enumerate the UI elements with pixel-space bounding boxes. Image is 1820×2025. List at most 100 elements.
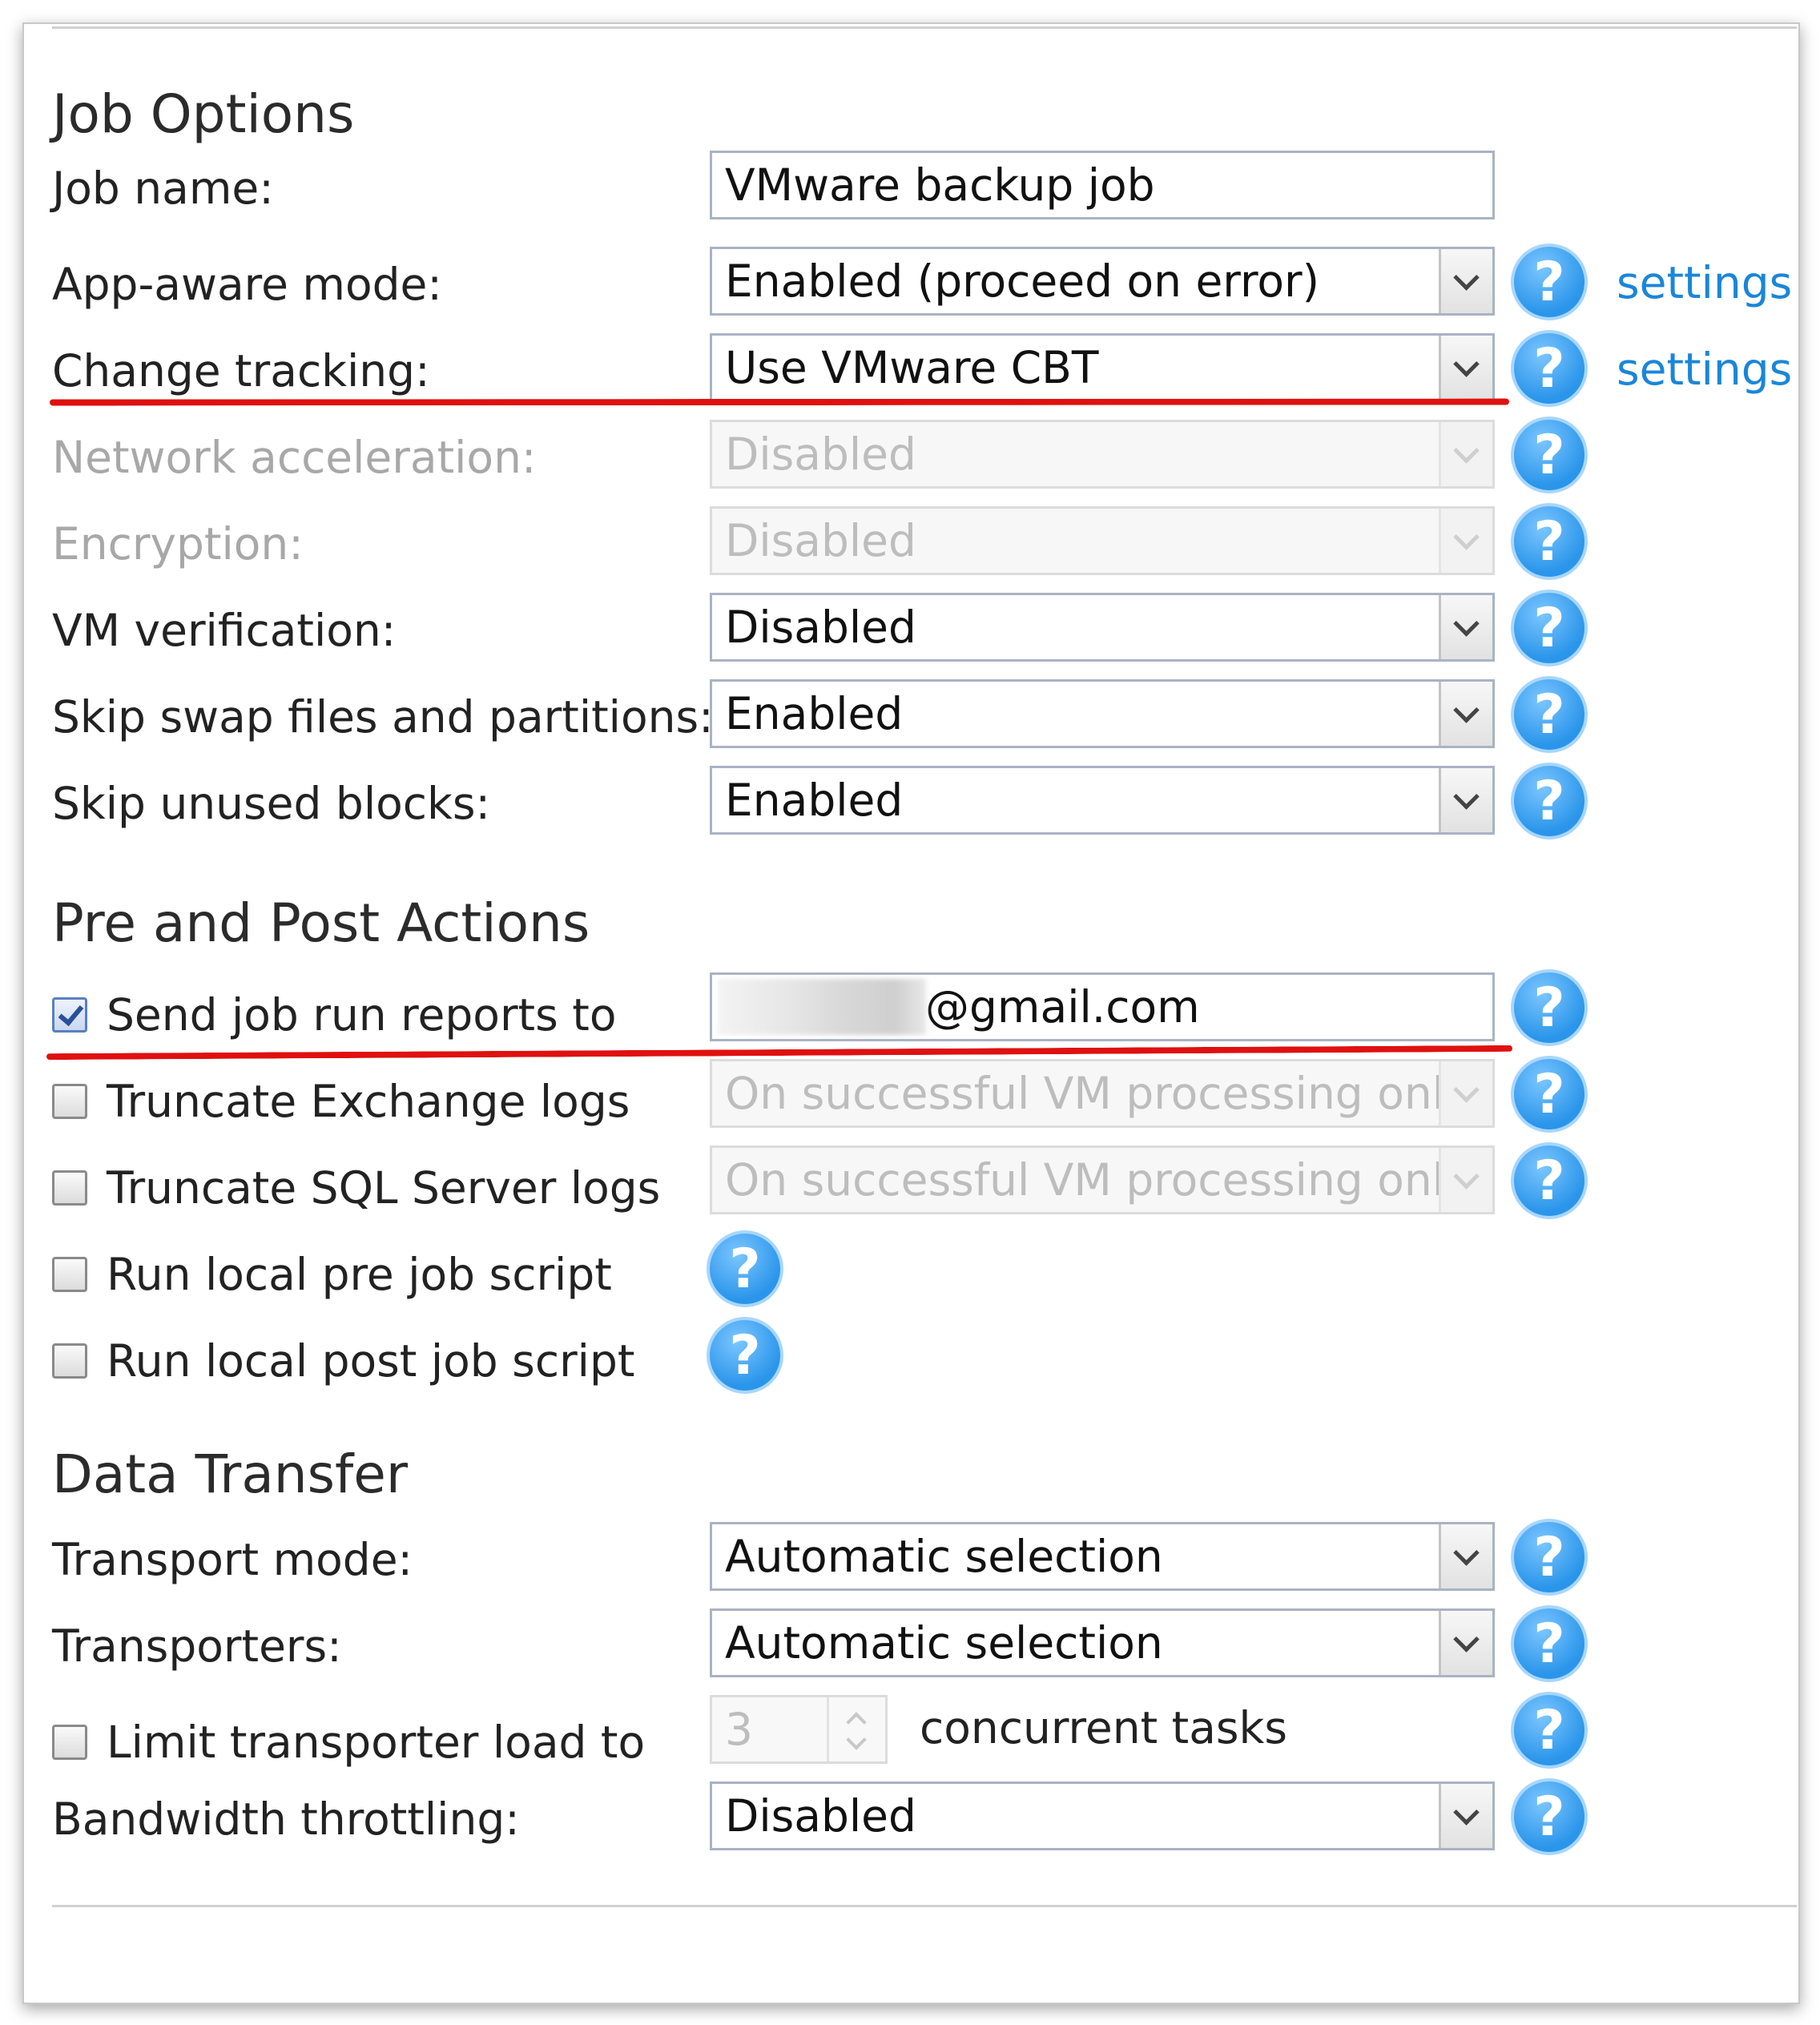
skip-unused-value: Enabled [725,775,904,826]
pre-script-label: Run local pre job script [107,1249,612,1300]
help-icon[interactable] [1511,1692,1588,1769]
chevron-down-icon [1453,1626,1480,1653]
chevron-down-icon [1453,524,1480,550]
chevron-down-icon[interactable] [846,1729,867,1750]
chevron-down-icon [1453,1540,1480,1566]
chevron-down-icon [1453,783,1480,810]
network-acceleration-select[interactable]: Disabled [710,420,1495,489]
change-tracking-select[interactable]: Use VMware CBT [710,333,1495,402]
concurrent-tasks-value: 3 [725,1704,753,1755]
change-tracking-label: Change tracking: [52,345,430,397]
skip-swap-select[interactable]: Enabled [710,679,1495,748]
help-icon[interactable] [1511,1519,1588,1596]
section-title-data-transfer: Data Transfer [52,1443,408,1505]
transporters-value: Automatic selection [725,1617,1163,1669]
truncate-sql-checkbox[interactable] [52,1170,87,1206]
bandwidth-throttling-select[interactable]: Disabled [710,1781,1495,1850]
skip-unused-label: Skip unused blocks: [52,778,491,829]
truncate-exchange-label: Truncate Exchange logs [107,1076,630,1127]
help-icon[interactable] [1511,1778,1588,1855]
chevron-down-icon [1453,610,1480,637]
send-reports-checkbox[interactable] [52,997,87,1033]
limit-load-row: Limit transporter load to [52,1714,645,1770]
chevron-down-icon [1453,697,1480,723]
skip-swap-value: Enabled [725,688,904,739]
help-icon[interactable] [1511,503,1588,580]
help-icon[interactable] [1511,676,1588,753]
send-reports-row: Send job run reports to [52,987,616,1043]
chevron-down-icon [1453,1799,1480,1826]
encryption-value: Disabled [725,515,916,566]
chevron-down-icon [1453,1163,1480,1190]
redacted-email-blur [718,979,926,1035]
post-script-label: Run local post job script [107,1335,635,1387]
skip-unused-select[interactable]: Enabled [710,766,1495,835]
section-title-pre-post-actions: Pre and Post Actions [52,892,590,954]
post-script-checkbox[interactable] [52,1343,87,1379]
section-title-job-options: Job Options [52,83,355,145]
chevron-down-icon [1453,351,1480,377]
transport-mode-select[interactable]: Automatic selection [710,1522,1495,1591]
dropdown-button[interactable] [1439,422,1492,486]
help-icon[interactable] [1511,1142,1588,1219]
dropdown-button[interactable] [1439,768,1492,832]
chevron-down-icon [1453,1077,1480,1103]
transporters-select[interactable]: Automatic selection [710,1608,1495,1677]
truncate-sql-value: On successful VM processing only [725,1154,1471,1206]
top-divider [52,26,1797,29]
dropdown-button[interactable] [1439,336,1492,400]
pre-script-checkbox[interactable] [52,1257,87,1292]
change-tracking-value: Use VMware CBT [725,342,1099,393]
help-icon[interactable] [1511,1605,1588,1682]
chevron-down-icon [1453,264,1480,291]
truncate-exchange-value: On successful VM processing only [725,1068,1471,1119]
concurrent-tasks-stepper[interactable]: 3 [710,1695,888,1764]
dropdown-button[interactable] [1439,249,1492,313]
help-icon[interactable] [1511,590,1588,666]
help-icon[interactable] [1511,969,1588,1046]
dropdown-button[interactable] [1439,595,1492,659]
bandwidth-throttling-label: Bandwidth throttling: [52,1794,520,1845]
help-icon[interactable] [1511,417,1588,493]
dropdown-button[interactable] [1439,682,1492,746]
red-annotation-underline [49,398,1510,406]
stepper-buttons[interactable] [827,1697,885,1761]
app-aware-mode-label: App-aware mode: [52,259,442,310]
help-icon[interactable] [1511,244,1588,320]
dropdown-button[interactable] [1439,1061,1492,1125]
app-aware-mode-value: Enabled (proceed on error) [725,256,1320,307]
transporters-label: Transporters: [52,1620,342,1672]
encryption-select[interactable]: Disabled [710,506,1495,575]
help-icon[interactable] [707,1230,783,1307]
help-icon[interactable] [707,1317,783,1394]
vm-verification-select[interactable]: Disabled [710,593,1495,662]
post-script-row: Run local post job script [52,1333,634,1389]
job-name-input[interactable]: VMware backup job [710,151,1495,219]
report-email-value: @gmail.com [925,981,1200,1033]
concurrent-tasks-label: concurrent tasks [920,1702,1288,1753]
network-acceleration-label: Network acceleration: [52,432,537,483]
limit-load-checkbox[interactable] [52,1725,87,1760]
app-aware-settings-link[interactable]: settings [1617,261,1792,305]
vm-verification-value: Disabled [725,602,916,653]
dropdown-button[interactable] [1439,1784,1492,1848]
change-tracking-settings-link[interactable]: settings [1617,348,1792,392]
truncate-exchange-row: Truncate Exchange logs [52,1073,630,1129]
help-icon[interactable] [1511,763,1588,839]
truncate-exchange-checkbox[interactable] [52,1084,87,1119]
dropdown-button[interactable] [1439,509,1492,573]
help-icon[interactable] [1511,330,1588,407]
truncate-sql-row: Truncate SQL Server logs [52,1160,660,1216]
app-aware-mode-select[interactable]: Enabled (proceed on error) [710,247,1495,316]
network-acceleration-value: Disabled [725,429,916,480]
dropdown-button[interactable] [1439,1611,1492,1675]
transport-mode-label: Transport mode: [52,1534,413,1585]
dropdown-button[interactable] [1439,1524,1492,1588]
help-icon[interactable] [1511,1056,1588,1133]
send-reports-label: Send job run reports to [107,989,617,1041]
truncate-exchange-select[interactable]: On successful VM processing only [710,1059,1495,1128]
job-name-label: Job name: [52,163,274,214]
truncate-sql-select[interactable]: On successful VM processing only [710,1145,1495,1214]
dropdown-button[interactable] [1439,1148,1492,1212]
chevron-down-icon [1453,437,1480,464]
